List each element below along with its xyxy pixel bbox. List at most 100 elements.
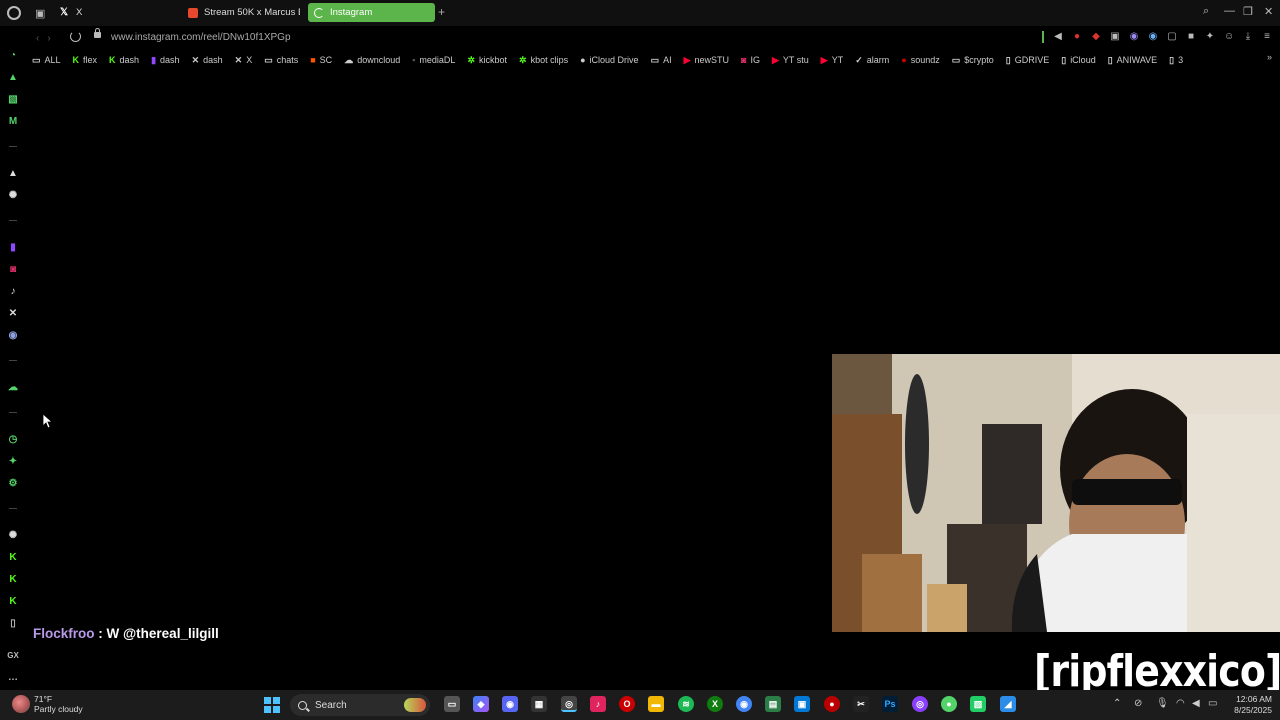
tab-instagram[interactable]: Instagram [308,3,435,22]
kick-icon[interactable]: K [7,596,19,608]
taskbar-clock[interactable]: 12:06 AM 8/25/2025 [1228,694,1272,716]
lock-icon[interactable] [94,28,101,38]
messenger-icon[interactable]: ◔ [7,50,19,62]
tab-x[interactable]: 𝕏 X [54,3,174,22]
bookmark-item[interactable]: ▮ dash [151,55,179,66]
bookmark-item[interactable]: ▶ YT [821,55,843,66]
tray-icon[interactable]: ⊘ [1134,698,1142,709]
bookmark-item[interactable]: ▶ YT stu [772,55,809,66]
bookmark-item[interactable]: ▯ iCloud [1061,55,1095,66]
volume-icon[interactable]: ◀ [1192,698,1200,709]
bookmark-item[interactable]: ▯ 3 [1169,55,1183,66]
bookmark-item[interactable]: ✲ kbot clips [519,55,568,66]
speaker-icon[interactable]: ◀ [1053,31,1063,43]
photoshop-icon[interactable]: Ps [882,696,898,712]
task-view-icon[interactable]: ▭ [444,696,460,712]
bookmark-item[interactable]: ● iCloud Drive [580,55,638,65]
app-icon[interactable]: ◎ [912,696,928,712]
spotify-icon[interactable]: ≋ [678,696,694,712]
forward-icon[interactable]: › [47,33,50,44]
bookmark-item[interactable]: ▯ ANIWAVE [1108,55,1157,66]
bookmark-item[interactable]: ✕ X [235,55,253,66]
stop-loading-icon[interactable] [70,31,81,42]
discord-icon[interactable]: ◉ [7,330,19,342]
bookmark-item[interactable]: ✲ kickbot [467,55,507,66]
bookmark-item[interactable]: ▪ mediaDL [412,55,455,65]
app-icon[interactable]: ▧ [970,696,986,712]
profile-icon[interactable]: ☺ [1224,31,1234,43]
app-icon[interactable]: ▦ [531,696,547,712]
more-icon[interactable]: … [7,672,19,684]
taskbar-search[interactable]: Search [290,694,430,716]
adblock-icon[interactable]: ● [1072,31,1082,43]
bookmark-item[interactable]: ■ SC [310,55,332,65]
chrome-icon[interactable]: ◉ [736,696,752,712]
bookmark-item[interactable]: ▯ GDRIVE [1006,55,1049,66]
chatgpt-icon[interactable]: ✺ [7,190,19,202]
app-icon[interactable]: ◢ [1000,696,1016,712]
download-icon[interactable]: ⤓ [1243,31,1253,43]
app-icon[interactable]: ● [824,696,840,712]
bookmark-item[interactable]: Kdash [109,55,139,65]
cloud-icon[interactable]: ☁ [7,382,19,394]
weather-widget[interactable]: 71°F Partly cloudy [12,694,83,714]
instagram-icon[interactable]: ◙ [7,264,19,276]
kick-icon[interactable]: K [7,574,19,586]
m-app-icon[interactable]: M [7,116,19,128]
settings-icon[interactable]: ⚙ [7,478,19,490]
gx-icon[interactable]: GX [7,650,19,662]
close-icon[interactable]: ✕ [1264,5,1273,18]
bookmark-item[interactable]: ◙ IG [741,55,760,65]
search-icon[interactable]: ⌕ [1203,5,1209,18]
menu-icon[interactable]: ≡ [1262,31,1272,43]
snapshot-icon[interactable]: ▣ [1110,31,1120,43]
app-icon[interactable]: ● [941,696,957,712]
opera-logo-icon[interactable] [7,6,21,20]
bookmark-item[interactable]: ▶ newSTU [684,55,729,66]
minimize-icon[interactable]: — [1224,5,1235,17]
capcut-icon[interactable]: ✂ [853,696,869,712]
opera-icon[interactable]: O [619,696,635,712]
bookmark-item[interactable]: ✓ alarm [855,55,889,66]
bookmarks-more-icon[interactable]: » [1267,52,1272,62]
stream-icon[interactable]: ▲ [7,72,19,84]
tiktok-icon[interactable]: ♪ [590,696,606,712]
vpn-icon[interactable]: ◆ [1091,31,1101,43]
battery-icon[interactable]: ▭ [1208,698,1217,709]
tray-overflow-icon[interactable]: ⌃ [1113,698,1121,709]
screenshot-icon[interactable]: ▢ [1167,31,1177,43]
extensions-icon[interactable]: ✦ [7,456,19,468]
discord-icon[interactable]: ◉ [502,696,518,712]
bookmark-item[interactable]: ▭ $crypto [952,55,994,66]
aria-icon[interactable]: ▲ [7,168,19,180]
tab-stream[interactable]: Stream 50K x Marcus Ba [182,3,300,22]
bookmark-item[interactable]: ▭ AI [651,55,672,66]
wifi-icon[interactable]: ◠ [1176,698,1185,709]
back-icon[interactable]: ‹ [36,33,39,44]
microphone-icon[interactable]: 🎙 [1156,698,1169,709]
file-explorer-icon[interactable]: ▬ [648,696,664,712]
bookmark-item[interactable]: ● soundz [901,55,939,65]
tasks-icon[interactable]: ▧ [7,94,19,106]
copilot-icon[interactable]: ◆ [473,696,489,712]
restore-icon[interactable]: ❐ [1243,5,1253,18]
ai-icon[interactable]: ◉ [1148,31,1158,43]
app-icon[interactable]: ▣ [794,696,810,712]
xbox-icon[interactable]: X [707,696,723,712]
kick-icon[interactable]: K [7,552,19,564]
ai-icon[interactable]: ✺ [7,530,19,542]
app-icon[interactable]: ▯ [7,618,19,630]
url-field[interactable]: www.instagram.com/reel/DNw10f1XPGp [111,32,291,43]
app-icon[interactable]: ▤ [765,696,781,712]
tiktok-icon[interactable]: ♪ [7,286,19,298]
bookmark-item[interactable]: ▭ chats [264,55,298,66]
bookmark-item[interactable]: ✕ dash [192,55,223,66]
bookmark-item[interactable]: ▭ ALL [32,55,61,66]
twitch-icon[interactable]: ▮ [7,242,19,254]
workspaces-icon[interactable]: ▣ [35,7,45,20]
history-icon[interactable]: ◷ [7,434,19,446]
new-tab-icon[interactable]: + [438,5,445,19]
puzzle-icon[interactable]: ✦ [1205,31,1215,43]
x-icon[interactable]: ✕ [7,308,19,320]
bookmark-item[interactable]: Kflex [73,55,98,65]
